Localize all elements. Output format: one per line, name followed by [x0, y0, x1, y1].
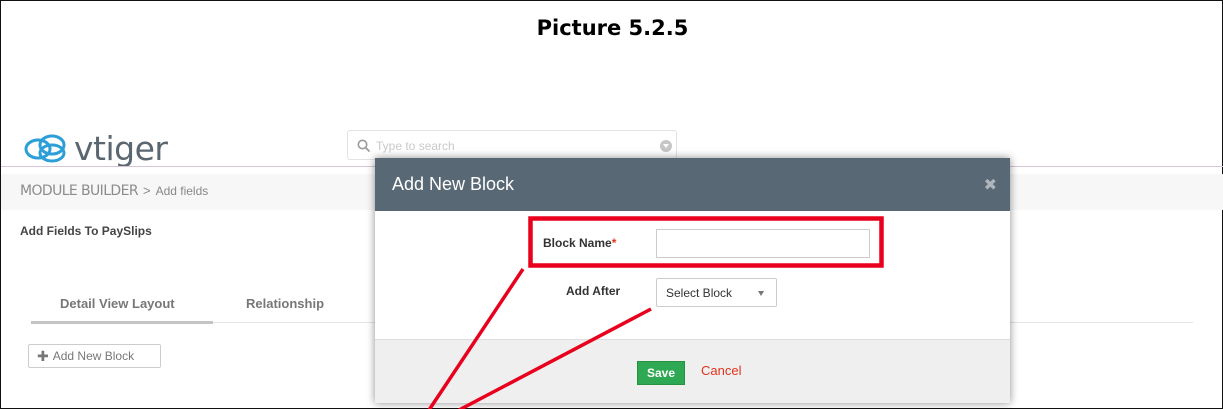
search-icon: [357, 139, 371, 153]
modal-footer: Save Cancel: [375, 339, 1010, 403]
screenshot-frame: Picture 5.2.5 vtiger MODULE BUILDER > Ad…: [0, 0, 1223, 409]
add-new-block-label: Add New Block: [52, 349, 135, 363]
save-button[interactable]: Save: [637, 361, 685, 385]
tab-relationship[interactable]: Relationship: [246, 296, 324, 311]
logo-text: vtiger: [74, 128, 168, 168]
cancel-link[interactable]: Cancel: [701, 363, 741, 378]
global-search[interactable]: [347, 130, 677, 160]
breadcrumb: MODULE BUILDER > Add fields: [20, 183, 208, 199]
close-icon[interactable]: ✖: [984, 175, 997, 195]
active-tab-indicator: [31, 321, 213, 324]
search-input[interactable]: [376, 137, 616, 155]
breadcrumb-module[interactable]: MODULE BUILDER: [20, 183, 139, 199]
modal-title: Add New Block: [392, 174, 515, 194]
add-new-block-modal: Add New Block ✖ Block Name* Add After Se…: [375, 158, 1010, 403]
cloud-logo-icon: [24, 134, 66, 163]
modal-header: Add New Block ✖: [375, 158, 1010, 211]
chevron-down-icon: [758, 291, 764, 296]
search-dropdown-icon[interactable]: [660, 140, 672, 152]
vtiger-logo[interactable]: vtiger: [22, 128, 168, 168]
page-subtitle: Add Fields To PaySlips: [20, 224, 152, 238]
plus-icon: ✚: [37, 348, 49, 364]
add-after-label: Add After: [566, 284, 621, 298]
block-name-input[interactable]: [656, 229, 870, 258]
select-value: Select Block: [666, 285, 733, 300]
add-after-select[interactable]: Select Block: [656, 278, 777, 307]
block-name-label: Block Name*: [543, 236, 616, 250]
breadcrumb-page: Add fields: [155, 184, 209, 198]
figure-caption: Picture 5.2.5: [536, 16, 689, 40]
required-marker: *: [611, 236, 617, 250]
block-name-label-text: Block Name: [543, 236, 612, 250]
breadcrumb-separator: >: [142, 183, 151, 198]
add-new-block-button[interactable]: ✚ Add New Block: [28, 344, 161, 368]
tab-detail-view-layout[interactable]: Detail View Layout: [60, 296, 175, 311]
